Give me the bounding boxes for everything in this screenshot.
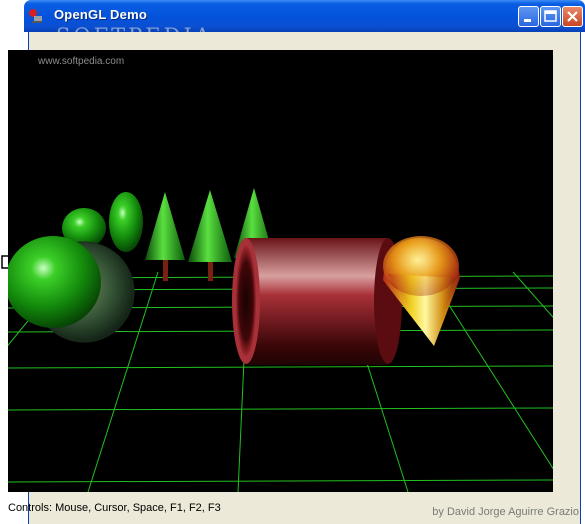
close-button[interactable] — [562, 6, 583, 27]
scene-render — [8, 188, 553, 492]
title-bar[interactable]: OpenGL Demo SOFTPEDIA — [24, 0, 585, 48]
tree-cone-1 — [145, 192, 185, 281]
close-icon — [567, 11, 578, 22]
minimize-icon — [524, 19, 531, 22]
tree-cone-2 — [188, 190, 232, 281]
author-credit: by David Jorge Aguirre Grazio — [432, 506, 579, 518]
window-title: OpenGL Demo — [54, 7, 147, 22]
minimize-button[interactable] — [518, 6, 539, 27]
controls-help-text: Controls: Mouse, Cursor, Space, F1, F2, … — [8, 502, 221, 514]
red-cylinder — [232, 238, 402, 365]
app-icon — [29, 9, 42, 23]
egg-sphere — [109, 192, 143, 252]
maximize-button[interactable] — [540, 6, 561, 27]
softpedia-url-watermark: www.softpedia.com — [38, 56, 125, 67]
maximize-icon — [544, 10, 557, 22]
opengl-viewport[interactable]: www.softpedia.com — [8, 50, 553, 492]
big-green-sphere — [8, 236, 101, 328]
